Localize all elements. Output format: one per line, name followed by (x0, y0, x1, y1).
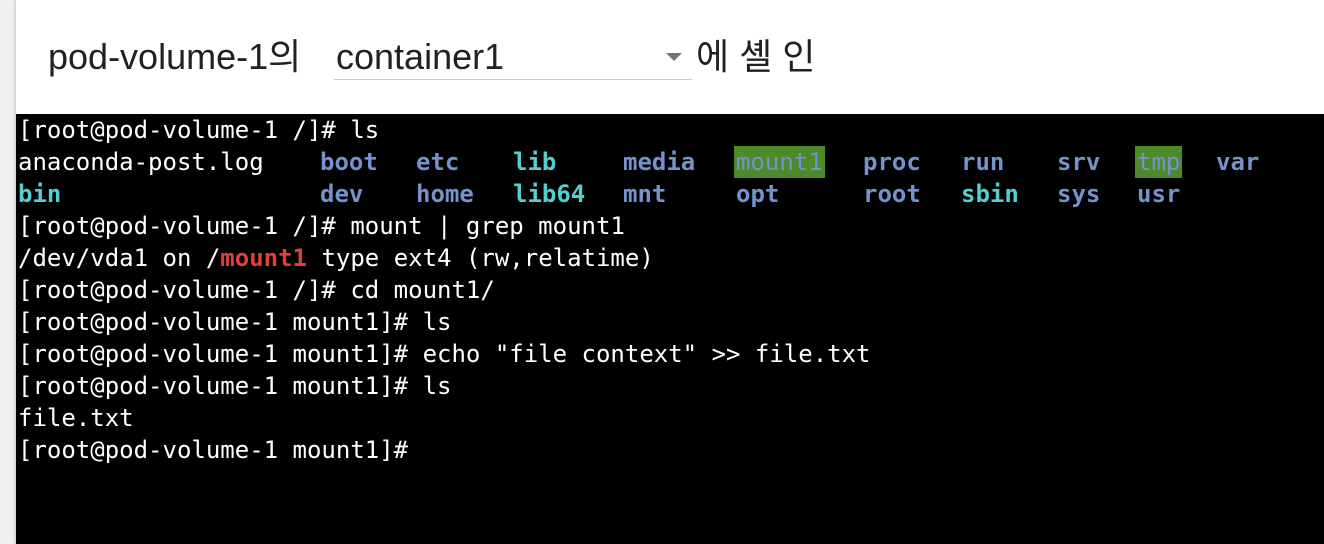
ls-dir: root (863, 180, 921, 208)
terminal-line: file.txt (18, 404, 134, 432)
ls-symlink: lib (513, 148, 557, 176)
ls-dir: mnt (623, 180, 667, 208)
ls-dir: dev (320, 180, 364, 208)
terminal-line: [root@pod-volume-1 /]# mount | grep moun… (18, 212, 625, 240)
shell-header: pod-volume-1의 container1 에 셸 인 (16, 0, 1324, 114)
terminal-line: /dev/vda1 on /mount1 type ext4 (rw,relat… (18, 242, 654, 274)
ls-dir: etc (416, 148, 460, 176)
ls-dir: var (1216, 148, 1260, 176)
ls-dir: run (961, 148, 1005, 176)
chevron-down-icon (666, 53, 682, 61)
grep-match: mount1 (220, 244, 307, 272)
container-select[interactable]: container1 (334, 31, 692, 80)
terminal-prompt[interactable]: [root@pod-volume-1 mount1]# (18, 434, 408, 466)
terminal[interactable]: [root@pod-volume-1 /]# ls anaconda-post.… (16, 114, 1324, 544)
mount-output-suffix: type ext4 (rw,relatime) (307, 244, 654, 272)
terminal-line: [root@pod-volume-1 /]# ls (18, 116, 380, 144)
ls-dir: media (623, 148, 696, 176)
shell-panel: pod-volume-1의 container1 에 셸 인 [root@pod… (16, 0, 1324, 544)
pod-name-label: pod-volume-1의 (48, 36, 302, 77)
mount-output-prefix: /dev/vda1 on / (18, 244, 221, 272)
ls-file: anaconda-post.log (18, 148, 264, 176)
ls-dir: usr (1137, 180, 1181, 208)
terminal-line: [root@pod-volume-1 mount1]# echo "file c… (18, 340, 871, 368)
ls-dir: opt (736, 180, 780, 208)
terminal-line: [root@pod-volume-1 mount1]# ls (18, 372, 452, 400)
ls-symlink: bin (18, 180, 62, 208)
ls-symlink: sbin (961, 180, 1019, 208)
ls-dir: proc (863, 148, 921, 176)
ls-dir: srv (1057, 148, 1101, 176)
ls-symlink: lib64 (513, 180, 586, 208)
shell-title-suffix: 에 셸 인 (696, 36, 816, 77)
terminal-line: [root@pod-volume-1 mount1]# ls (18, 308, 452, 336)
ls-dir: boot (320, 148, 378, 176)
terminal-line: [root@pod-volume-1 /]# cd mount1/ (18, 276, 495, 304)
container-select-value: container1 (336, 36, 505, 77)
ls-dir: sys (1057, 180, 1101, 208)
ls-dir-highlighted: mount1 (734, 146, 825, 178)
ls-dir: home (416, 180, 474, 208)
ls-dir-highlighted: tmp (1135, 146, 1183, 178)
